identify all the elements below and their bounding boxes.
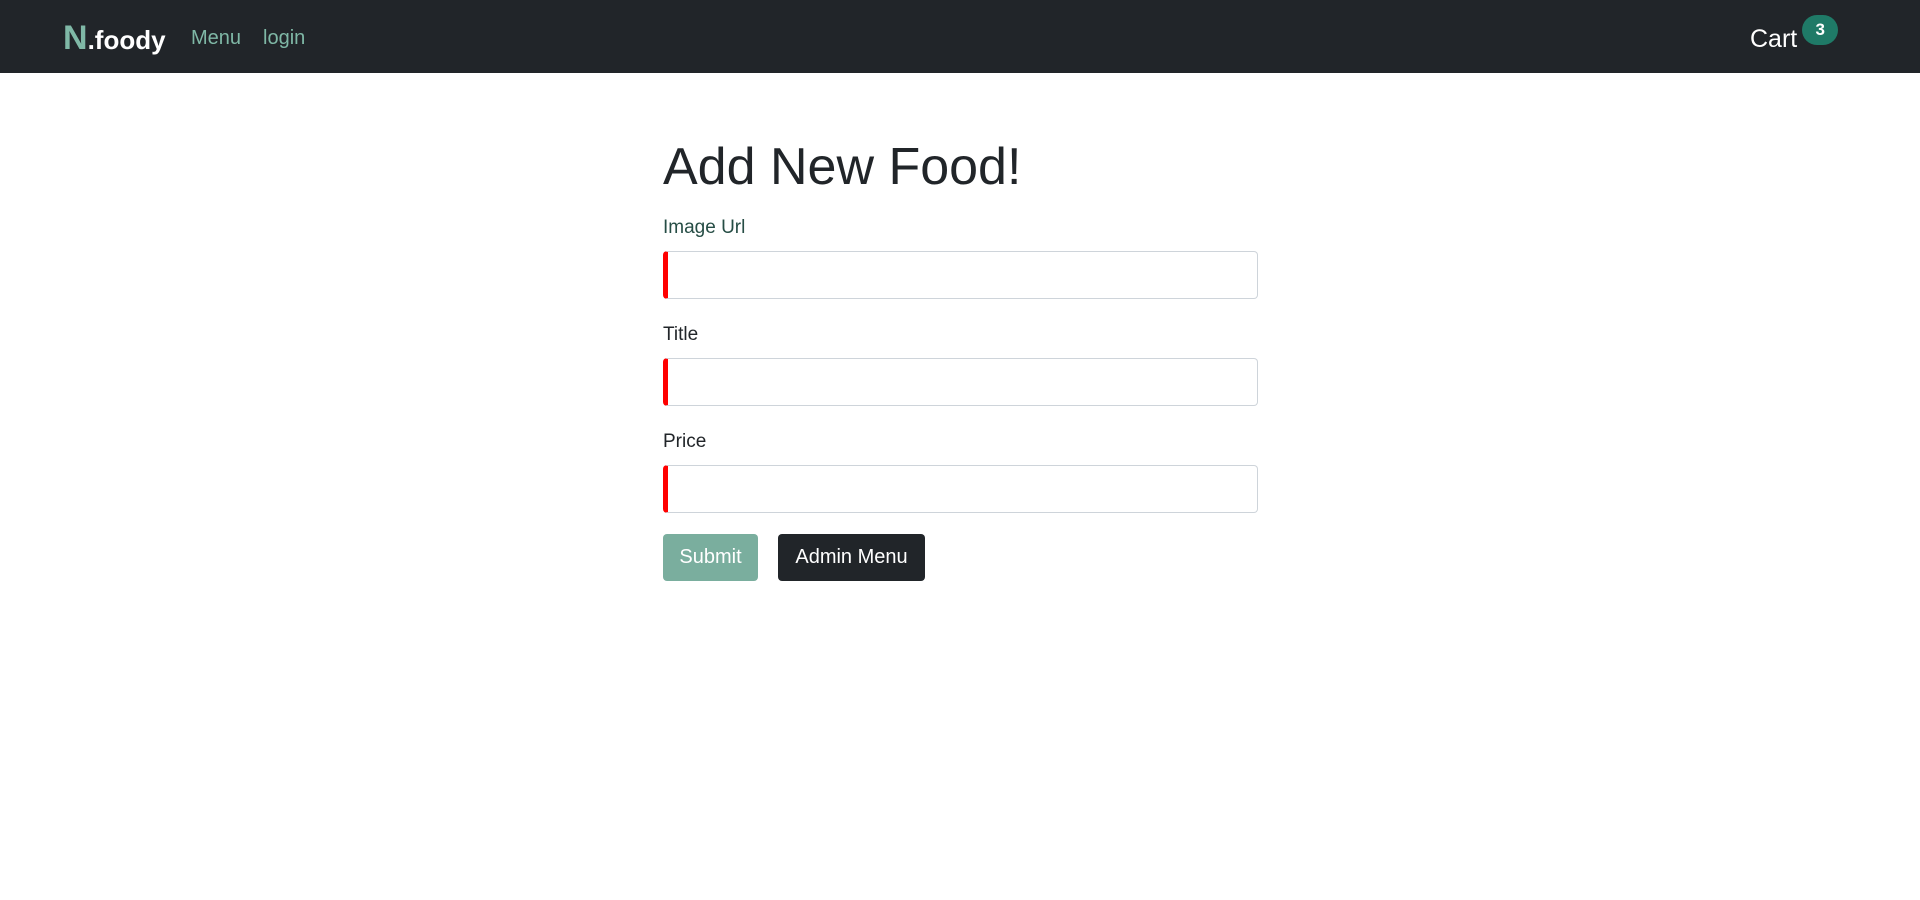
cart-link[interactable]: Cart 3 — [1750, 15, 1839, 56]
form-actions: Submit Admin Menu — [663, 534, 1258, 581]
title-label: Title — [663, 324, 699, 345]
image-url-input[interactable] — [663, 251, 1258, 299]
title-field-group: Title — [663, 323, 1258, 406]
price-input[interactable] — [663, 465, 1258, 513]
image-url-label: Image Url — [663, 217, 746, 238]
cart-label: Cart — [1750, 25, 1798, 53]
nav-link-menu[interactable]: Menu — [191, 24, 241, 52]
brand-logo[interactable]: N .foody — [63, 18, 166, 58]
add-food-form: Add New Food! Image Url Title Price Subm… — [663, 132, 1258, 581]
nav-link-login[interactable]: login — [263, 24, 305, 52]
price-label: Price — [663, 431, 707, 452]
title-input[interactable] — [663, 358, 1258, 406]
page-title: Add New Food! — [663, 138, 1022, 196]
brand-letter: N — [63, 19, 88, 57]
admin-menu-button[interactable]: Admin Menu — [778, 534, 925, 581]
navbar: N .foody Menu login Cart 3 — [0, 0, 1920, 73]
brand-name: .foody — [87, 25, 166, 55]
image-url-field-group: Image Url — [663, 216, 1258, 299]
cart-count-badge: 3 — [1802, 15, 1839, 45]
submit-button[interactable]: Submit — [663, 534, 758, 581]
price-field-group: Price — [663, 430, 1258, 513]
